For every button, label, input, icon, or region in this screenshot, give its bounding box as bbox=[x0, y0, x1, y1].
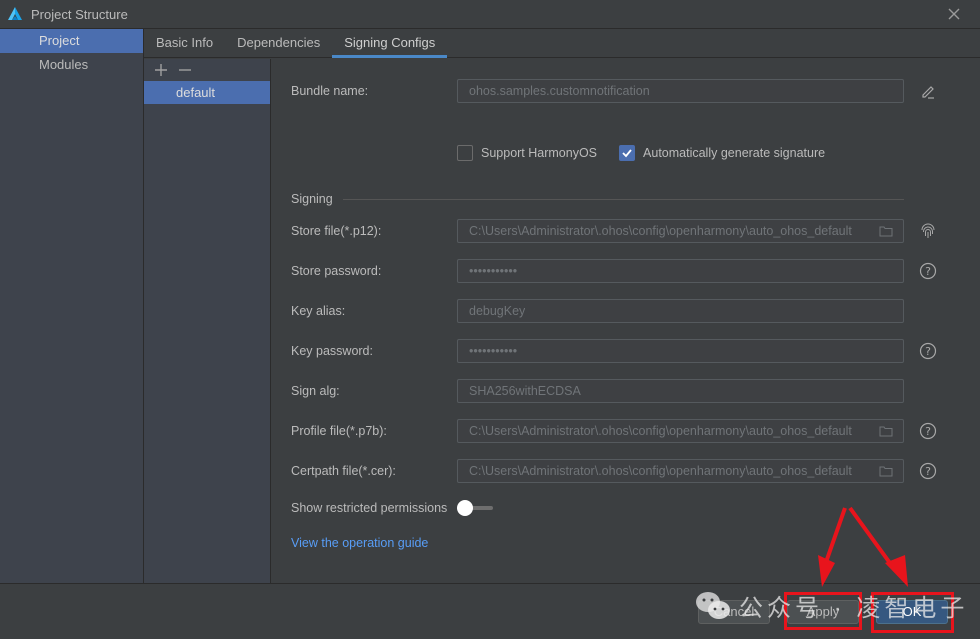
operation-guide-link[interactable]: View the operation guide bbox=[291, 536, 428, 550]
key-password-row: Key password: ••••••••••• ? bbox=[291, 339, 937, 363]
signing-section-title: Signing bbox=[291, 192, 333, 206]
folder-icon[interactable] bbox=[879, 225, 893, 237]
auto-signature-label: Automatically generate signature bbox=[643, 146, 826, 160]
folder-icon[interactable] bbox=[879, 465, 893, 477]
store-password-label: Store password: bbox=[291, 264, 382, 278]
bundle-name-row: Bundle name: ohos.samples.customnotifica… bbox=[291, 79, 937, 103]
bundle-name-field[interactable]: ohos.samples.customnotification bbox=[457, 79, 904, 103]
sidebar-item-project[interactable]: Project bbox=[0, 29, 143, 53]
certpath-file-label: Certpath file(*.cer): bbox=[291, 464, 396, 478]
store-password-field[interactable]: ••••••••••• bbox=[457, 259, 904, 283]
sign-alg-label: Sign alg: bbox=[291, 384, 340, 398]
store-password-row: Store password: ••••••••••• ? bbox=[291, 259, 937, 283]
key-password-value: ••••••••••• bbox=[469, 344, 518, 358]
store-file-field[interactable]: C:\Users\Administrator\.ohos\config\open… bbox=[457, 219, 904, 243]
tab-basic-info[interactable]: Basic Info bbox=[144, 29, 225, 57]
sign-alg-row: Sign alg: SHA256withECDSA bbox=[291, 379, 904, 403]
bundle-name-value: ohos.samples.customnotification bbox=[469, 84, 650, 98]
key-password-label: Key password: bbox=[291, 344, 373, 358]
dialog-footer: Cancel Apply OK bbox=[0, 583, 980, 639]
apply-button[interactable]: Apply bbox=[787, 600, 859, 624]
key-alias-value: debugKey bbox=[469, 304, 526, 318]
help-icon[interactable]: ? bbox=[919, 342, 937, 360]
show-restricted-label: Show restricted permissions bbox=[291, 501, 448, 515]
check-icon bbox=[622, 149, 632, 158]
sidebar: Project Modules bbox=[0, 29, 144, 583]
signing-section-header: Signing bbox=[291, 192, 904, 206]
title-bar: Project Structure bbox=[0, 0, 980, 29]
app-logo-icon bbox=[8, 7, 22, 20]
svg-text:?: ? bbox=[925, 425, 931, 438]
cancel-button[interactable]: Cancel bbox=[698, 600, 770, 624]
tab-signing-configs[interactable]: Signing Configs bbox=[332, 29, 448, 58]
key-alias-field[interactable]: debugKey bbox=[457, 299, 904, 323]
key-password-field[interactable]: ••••••••••• bbox=[457, 339, 904, 363]
toggle-knob bbox=[457, 500, 474, 516]
svg-text:?: ? bbox=[925, 465, 931, 478]
certpath-file-value: C:\Users\Administrator\.ohos\config\open… bbox=[469, 464, 852, 478]
store-password-value: ••••••••••• bbox=[469, 264, 518, 278]
support-harmonyos-checkbox[interactable] bbox=[457, 145, 473, 161]
bundle-name-label: Bundle name: bbox=[291, 84, 369, 98]
profile-file-value: C:\Users\Administrator\.ohos\config\open… bbox=[469, 424, 852, 438]
config-item-default[interactable]: default bbox=[144, 81, 270, 104]
signing-config-list: default bbox=[144, 59, 271, 583]
svg-text:?: ? bbox=[925, 345, 931, 358]
sign-alg-field[interactable]: SHA256withECDSA bbox=[457, 379, 904, 403]
profile-file-label: Profile file(*.p7b): bbox=[291, 424, 387, 438]
tab-bar: Basic Info Dependencies Signing Configs bbox=[144, 29, 980, 58]
profile-file-row: Profile file(*.p7b): C:\Users\Administra… bbox=[291, 419, 937, 443]
help-icon[interactable]: ? bbox=[919, 262, 937, 280]
certpath-file-field[interactable]: C:\Users\Administrator\.ohos\config\open… bbox=[457, 459, 904, 483]
tab-dependencies[interactable]: Dependencies bbox=[225, 29, 332, 57]
content-panel: Basic Info Dependencies Signing Configs … bbox=[144, 29, 980, 583]
window-title: Project Structure bbox=[31, 6, 128, 22]
signing-options: Support HarmonyOS Automatically generate… bbox=[457, 145, 825, 161]
certpath-file-row: Certpath file(*.cer): C:\Users\Administr… bbox=[291, 459, 937, 483]
auto-signature-checkbox[interactable] bbox=[619, 145, 636, 161]
section-divider bbox=[342, 198, 904, 200]
list-toolbar bbox=[144, 59, 270, 81]
plus-icon[interactable] bbox=[154, 63, 168, 77]
pencil-icon[interactable] bbox=[919, 82, 937, 100]
minus-icon[interactable] bbox=[178, 63, 192, 77]
help-icon[interactable]: ? bbox=[919, 422, 937, 440]
help-icon[interactable]: ? bbox=[919, 462, 937, 480]
show-restricted-toggle[interactable] bbox=[457, 500, 494, 516]
store-file-label: Store file(*.p12): bbox=[291, 224, 382, 238]
profile-file-field[interactable]: C:\Users\Administrator\.ohos\config\open… bbox=[457, 419, 904, 443]
folder-icon[interactable] bbox=[879, 425, 893, 437]
show-restricted-row: Show restricted permissions bbox=[291, 500, 494, 516]
ok-button[interactable]: OK bbox=[876, 600, 948, 624]
sign-alg-value: SHA256withECDSA bbox=[469, 384, 581, 398]
sidebar-item-modules[interactable]: Modules bbox=[0, 53, 143, 77]
close-icon[interactable] bbox=[946, 6, 962, 22]
svg-text:?: ? bbox=[925, 265, 931, 278]
key-alias-label: Key alias: bbox=[291, 304, 346, 318]
signing-form: Bundle name: ohos.samples.customnotifica… bbox=[271, 59, 980, 583]
key-alias-row: Key alias: debugKey bbox=[291, 299, 904, 323]
fingerprint-icon[interactable] bbox=[919, 222, 937, 240]
store-file-row: Store file(*.p12): C:\Users\Administrato… bbox=[291, 219, 937, 243]
store-file-value: C:\Users\Administrator\.ohos\config\open… bbox=[469, 224, 852, 238]
support-harmonyos-label: Support HarmonyOS bbox=[481, 146, 598, 160]
